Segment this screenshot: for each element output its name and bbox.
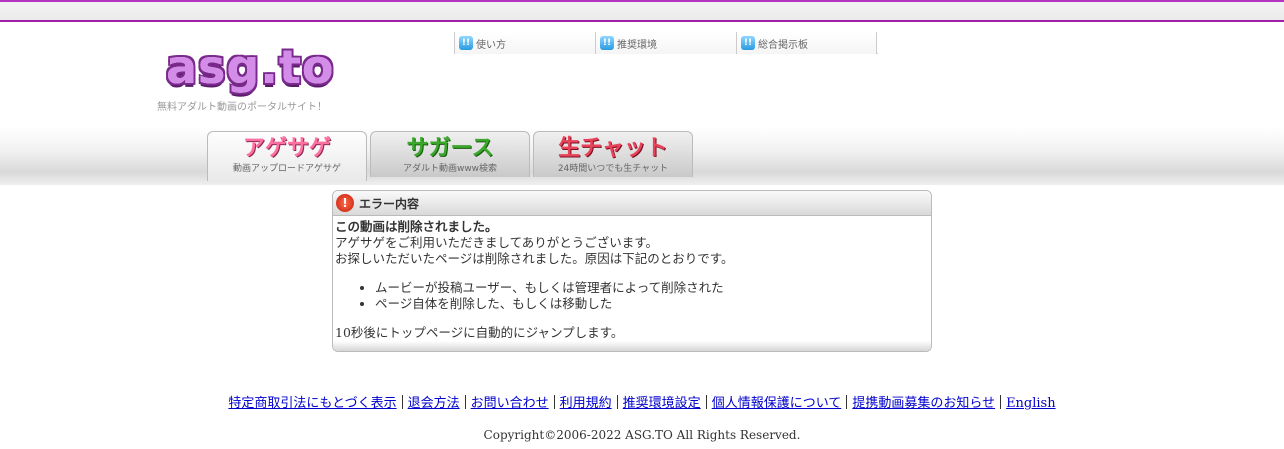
copyright: Copyright©2006-2022 ASG.TO All Rights Re… (483, 428, 801, 442)
error-heading: この動画は削除されました。 (335, 219, 498, 234)
footer-link-partner[interactable]: 提携動画募集のお知らせ (847, 396, 1000, 411)
topnav-item-howto[interactable]: !! 使い方 (454, 32, 595, 54)
site-logo[interactable]: asg.to (166, 42, 336, 96)
error-panel: ! エラー内容 この動画は削除されました。 アゲサゲをご利用いただきましてありが… (332, 190, 932, 352)
tab-subtitle: 動画アップロードアゲサゲ (232, 164, 341, 174)
tab-subtitle: 24時間いつでも生チャット (557, 164, 669, 174)
footer-link-unsubscribe[interactable]: 退会方法 (403, 396, 465, 411)
footer-link-terms[interactable]: 利用規約 (555, 396, 617, 411)
error-message-line: アゲサゲをご利用いただきましてありがとうございます。 (335, 235, 659, 250)
info-icon: !! (600, 36, 614, 50)
error-message-line: お探しいただいたページは削除されました。原因は下記のとおりです。 (335, 251, 734, 266)
footer-link-privacy[interactable]: 個人情報保護について (707, 396, 847, 411)
alert-icon: ! (336, 194, 354, 212)
top-bar (0, 0, 1284, 22)
error-panel-body: この動画は削除されました。 アゲサゲをご利用いただきましてありがとうございます。… (333, 216, 931, 344)
error-reason-list: ムービーが投稿ユーザー、もしくは管理者によって削除された ページ自体を削除した、… (375, 280, 929, 312)
footer-links: 特定商取引法にもとづく表示 退会方法 お問い合わせ 利用規約 推奨環境設定 個人情報保護に… (0, 392, 1284, 411)
error-panel-header: ! エラー内容 (333, 191, 931, 216)
topnav-item-label: 総合掲示板 (758, 39, 808, 51)
footer-link-tokushoho[interactable]: 特定商取引法にもとづく表示 (223, 396, 401, 411)
tab-sagasu[interactable]: サガース アダルト動画www検索 (370, 131, 530, 177)
tab-namachat[interactable]: 生チャット 24時間いつでも生チャット (533, 131, 693, 177)
redirect-note: 10秒後にトップページに自動的にジャンプします。 (335, 325, 624, 340)
tab-logo: 生チャット (558, 136, 668, 161)
tab-subtitle: アダルト動画www検索 (402, 164, 498, 174)
info-icon: !! (459, 36, 473, 50)
error-title: エラー内容 (359, 196, 420, 211)
topnav-item-bbs[interactable]: !! 総合掲示板 (736, 32, 877, 54)
tab-logo: アゲサゲ (242, 136, 331, 161)
topnav-item-label: 使い方 (476, 39, 506, 51)
footer-link-english[interactable]: English (1001, 396, 1061, 411)
info-icon: !! (741, 36, 755, 50)
tagline: 無料アダルト動画のポータルサイト！ (157, 102, 327, 113)
tab-logo: サガース (406, 136, 494, 161)
footer-link-env-settings[interactable]: 推奨環境設定 (618, 396, 706, 411)
tab-agesage[interactable]: アゲサゲ 動画アップロードアゲサゲ (207, 131, 367, 181)
list-item: ページ自体を削除した、もしくは移動した (375, 296, 929, 312)
top-nav: !! 使い方 !! 推奨環境 !! 総合掲示板 (454, 32, 878, 54)
logo-text: asg.to (166, 40, 335, 94)
topnav-item-label: 推奨環境 (617, 39, 657, 51)
topnav-item-recommended-env[interactable]: !! 推奨環境 (595, 32, 736, 54)
error-panel-footer (333, 341, 931, 351)
list-item: ムービーが投稿ユーザー、もしくは管理者によって削除された (375, 280, 929, 296)
footer-link-contact[interactable]: お問い合わせ (466, 396, 554, 411)
